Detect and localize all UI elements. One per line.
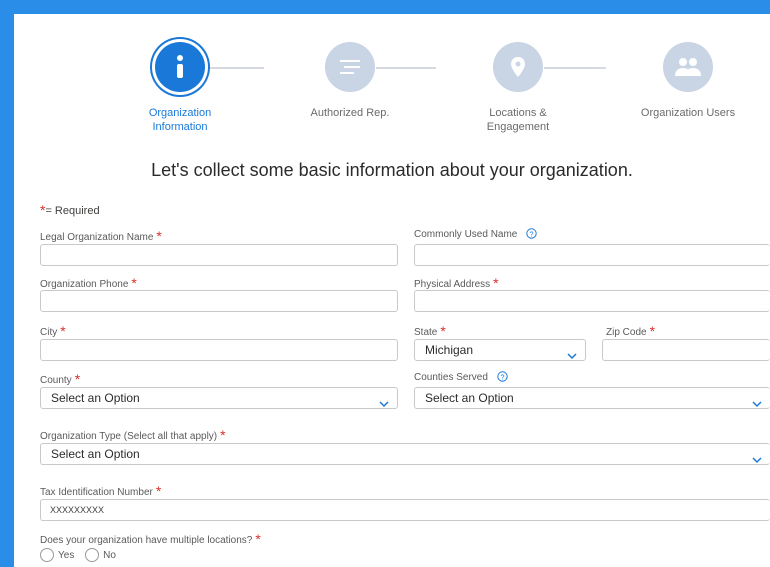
required-legend: *= Required	[40, 202, 100, 218]
legal-name-input[interactable]	[40, 244, 398, 266]
tax-id-input[interactable]: XXXXXXXXX	[40, 499, 770, 521]
state-value: Michigan	[425, 343, 474, 357]
required-star: *	[156, 228, 162, 244]
svg-text:?: ?	[500, 372, 504, 381]
step-label: Authorized Rep.	[310, 107, 390, 119]
location-pin-icon	[493, 42, 543, 92]
step-organization-users[interactable]: Organization Users	[618, 42, 758, 120]
city-input[interactable]	[40, 339, 398, 361]
step-label: Locations & Engagement	[486, 107, 550, 133]
city-label: City *	[40, 323, 66, 339]
list-icon	[325, 42, 375, 92]
common-name-input[interactable]	[414, 244, 770, 266]
county-select[interactable]: Select an Option	[40, 387, 398, 409]
required-star: *	[255, 531, 261, 547]
required-star: *	[440, 323, 446, 339]
svg-text:?: ?	[530, 229, 534, 238]
step-label: Organization Information	[148, 107, 212, 133]
required-star: *	[60, 323, 66, 339]
legal-name-label: Legal Organization Name *	[40, 228, 162, 244]
help-icon[interactable]: ?	[497, 371, 508, 385]
common-name-label: Commonly Used Name ?	[414, 228, 537, 242]
required-star: *	[74, 371, 81, 387]
phone-label: Organization Phone *	[40, 275, 137, 291]
counties-served-value: Select an Option	[425, 391, 514, 405]
chevron-down-icon	[567, 346, 577, 366]
step-label: Organization Users	[640, 107, 736, 119]
users-icon	[663, 42, 713, 92]
multiple-locations-options: Yes No	[40, 548, 124, 562]
multiple-locations-label: Does your organization have multiple loc…	[40, 531, 261, 547]
zip-input[interactable]	[602, 339, 770, 361]
org-type-label: Organization Type (Select all that apply…	[40, 427, 226, 443]
address-input[interactable]	[414, 290, 770, 312]
zip-label: Zip Code *	[606, 323, 656, 339]
chevron-down-icon	[752, 450, 762, 470]
required-star: *	[155, 483, 162, 499]
required-star: *	[131, 275, 137, 291]
county-value: Select an Option	[51, 391, 140, 405]
radio-no-label: No	[103, 549, 116, 561]
required-star: *	[649, 323, 656, 339]
info-icon	[155, 42, 205, 92]
step-authorized-rep[interactable]: Authorized Rep.	[280, 42, 420, 120]
org-type-select[interactable]: Select an Option	[40, 443, 770, 465]
required-legend-text: = Required	[45, 205, 100, 217]
phone-input[interactable]	[40, 290, 398, 312]
radio-no[interactable]	[85, 548, 100, 562]
step-organization-information[interactable]: Organization Information	[110, 42, 250, 134]
step-locations-engagement[interactable]: Locations & Engagement	[448, 42, 588, 134]
counties-served-label: Counties Served ?	[414, 371, 508, 385]
county-label: County *	[40, 371, 81, 387]
chevron-down-icon	[379, 394, 389, 414]
counties-served-select[interactable]: Select an Option	[414, 387, 770, 409]
address-label: Physical Address *	[414, 275, 499, 291]
radio-yes-label: Yes	[58, 549, 75, 561]
state-select[interactable]: Michigan	[414, 339, 586, 361]
required-star: *	[220, 427, 226, 443]
required-star: *	[493, 275, 499, 291]
tax-id-label: Tax Identification Number *	[40, 483, 162, 499]
registration-page: Organization Information Authorized Rep.…	[14, 14, 770, 567]
radio-yes[interactable]	[40, 548, 54, 562]
chevron-down-icon	[752, 394, 762, 414]
page-title: Let's collect some basic information abo…	[151, 160, 633, 180]
state-label: State *	[414, 323, 446, 339]
org-type-value: Select an Option	[51, 447, 140, 461]
help-icon[interactable]: ?	[526, 228, 537, 242]
